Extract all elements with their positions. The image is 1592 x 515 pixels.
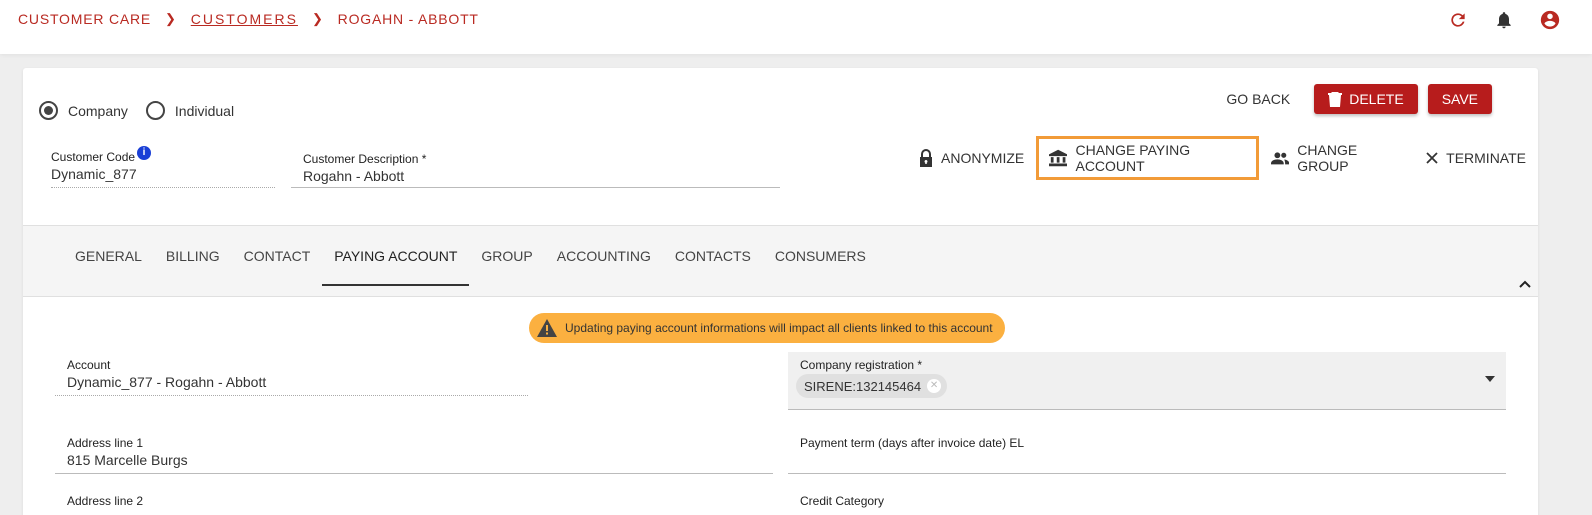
address-line-1-underline — [55, 473, 773, 474]
anonymize-label: ANONYMIZE — [941, 150, 1025, 166]
terminate-label: TERMINATE — [1446, 150, 1526, 166]
radio-company[interactable]: Company — [39, 101, 128, 120]
breadcrumb-current: ROGAHN - ABBOTT — [337, 11, 479, 27]
tab-billing[interactable]: BILLING — [154, 226, 232, 286]
save-button-label: SAVE — [1441, 91, 1478, 107]
radio-company-label: Company — [68, 102, 128, 119]
credit-category-field[interactable]: Credit Category — [788, 492, 1506, 515]
address-line-1-field[interactable]: Address line 1 815 Marcelle Burgs — [55, 432, 773, 474]
account-label: Account — [67, 358, 111, 372]
customer-code-underline — [51, 187, 275, 188]
account-value: Dynamic_877 - Rogahn - Abbott — [67, 374, 267, 390]
address-line-2-label: Address line 2 — [67, 494, 144, 508]
customer-description-label: Customer Description * — [303, 152, 427, 166]
refresh-icon[interactable] — [1446, 8, 1470, 32]
company-registration-select[interactable]: Company registration * SIRENE:132145464 … — [788, 352, 1506, 410]
top-bar: CUSTOMER CARE ❯ CUSTOMERS ❯ ROGAHN - ABB… — [0, 0, 1592, 54]
change-paying-account-button[interactable]: CHANGE PAYING ACCOUNT — [1036, 136, 1260, 180]
chevron-up-icon[interactable] — [1518, 276, 1532, 294]
bank-icon — [1049, 149, 1068, 167]
tab-contacts[interactable]: CONTACTS — [663, 226, 763, 286]
tab-general[interactable]: GENERAL — [63, 226, 154, 286]
delete-button-label: DELETE — [1349, 91, 1404, 107]
tab-contact[interactable]: CONTACT — [232, 226, 323, 286]
address-line-2-field[interactable]: Address line 2 — [55, 492, 773, 515]
customer-type-radio-group: Company Individual — [39, 101, 252, 120]
warning-text: Updating paying account informations wil… — [565, 321, 993, 335]
change-paying-account-label: CHANGE PAYING ACCOUNT — [1075, 142, 1191, 174]
customer-description-input[interactable]: Rogahn - Abbott — [291, 168, 780, 184]
radio-individual[interactable]: Individual — [145, 101, 235, 120]
delete-button[interactable]: DELETE — [1314, 84, 1418, 114]
breadcrumb-root[interactable]: CUSTOMER CARE — [18, 11, 151, 27]
go-back-button[interactable]: GO BACK — [1226, 91, 1290, 107]
customer-code-value: Dynamic_877 — [51, 166, 137, 182]
tab-consumers[interactable]: CONSUMERS — [763, 226, 878, 286]
close-icon — [1426, 152, 1438, 164]
change-group-button[interactable]: CHANGE GROUP — [1259, 138, 1414, 178]
breadcrumb-customers-link[interactable]: CUSTOMERS — [191, 11, 298, 27]
change-group-label: CHANGE GROUP — [1297, 142, 1358, 174]
top-actions: GO BACK DELETE SAVE — [1226, 84, 1492, 114]
customer-card: Company Individual Customer Code i Dynami… — [23, 68, 1538, 515]
trash-icon — [1328, 92, 1343, 107]
chip-remove-icon[interactable]: ✕ — [927, 379, 942, 393]
warning-banner: Updating paying account informations wil… — [529, 313, 1005, 343]
customer-code-label-row: Customer Code i — [51, 146, 275, 164]
anonymize-button[interactable]: ANONYMIZE — [907, 138, 1036, 178]
tab-paying-account[interactable]: PAYING ACCOUNT — [322, 226, 470, 286]
payment-term-field[interactable]: Payment term (days after invoice date) E… — [788, 432, 1506, 474]
info-icon[interactable]: i — [137, 146, 152, 160]
save-button[interactable]: SAVE — [1427, 84, 1492, 114]
bell-icon[interactable] — [1492, 8, 1516, 32]
radio-checked-icon[interactable] — [39, 101, 58, 120]
radio-individual-label: Individual — [174, 102, 235, 119]
tab-accounting[interactable]: ACCOUNTING — [545, 226, 663, 286]
breadcrumb: CUSTOMER CARE ❯ CUSTOMERS ❯ ROGAHN - ABB… — [18, 11, 479, 27]
account-field[interactable]: Account Dynamic_877 - Rogahn - Abbott — [55, 358, 528, 396]
warning-icon — [537, 319, 557, 337]
customer-description-underline — [291, 187, 780, 188]
secondary-actions: ANONYMIZE CHANGE PAYING ACCOUNT CHANGE G… — [907, 136, 1538, 180]
terminate-button[interactable]: TERMINATE — [1414, 138, 1538, 178]
dropdown-arrow-icon[interactable] — [1484, 370, 1496, 388]
registration-chip[interactable]: SIRENE:132145464 ✕ — [796, 374, 948, 398]
customer-code-label: Customer Code — [51, 150, 136, 164]
address-line-1-label: Address line 1 — [67, 436, 144, 450]
lock-icon — [920, 149, 932, 167]
tabs-area: GENERAL BILLING CONTACT PAYING ACCOUNT G… — [23, 225, 1538, 297]
radio-unchecked-icon[interactable] — [145, 101, 165, 120]
credit-category-label: Credit Category — [800, 494, 885, 508]
tab-group[interactable]: GROUP — [469, 226, 544, 286]
payment-term-underline — [788, 473, 1506, 474]
account-underline — [55, 395, 528, 396]
registration-chip-label: SIRENE:132145464 — [804, 378, 922, 394]
company-registration-underline — [788, 409, 1506, 410]
chevron-right-icon: ❯ — [165, 11, 177, 26]
company-registration-chips: SIRENE:132145464 ✕ — [788, 372, 1506, 398]
group-icon — [1271, 152, 1290, 165]
header-icons — [1446, 8, 1562, 32]
address-line-1-input[interactable]: 815 Marcelle Burgs — [55, 452, 773, 468]
account-circle-icon[interactable] — [1538, 8, 1562, 32]
tab-bar: GENERAL BILLING CONTACT PAYING ACCOUNT G… — [63, 226, 878, 298]
customer-code-field[interactable]: Customer Code i Dynamic_877 — [51, 146, 275, 188]
payment-term-label: Payment term (days after invoice date) E… — [800, 436, 1025, 450]
company-registration-label: Company registration * — [800, 358, 923, 372]
customer-description-field[interactable]: Customer Description * Rogahn - Abbott — [291, 152, 780, 188]
chevron-right-icon: ❯ — [311, 11, 324, 26]
